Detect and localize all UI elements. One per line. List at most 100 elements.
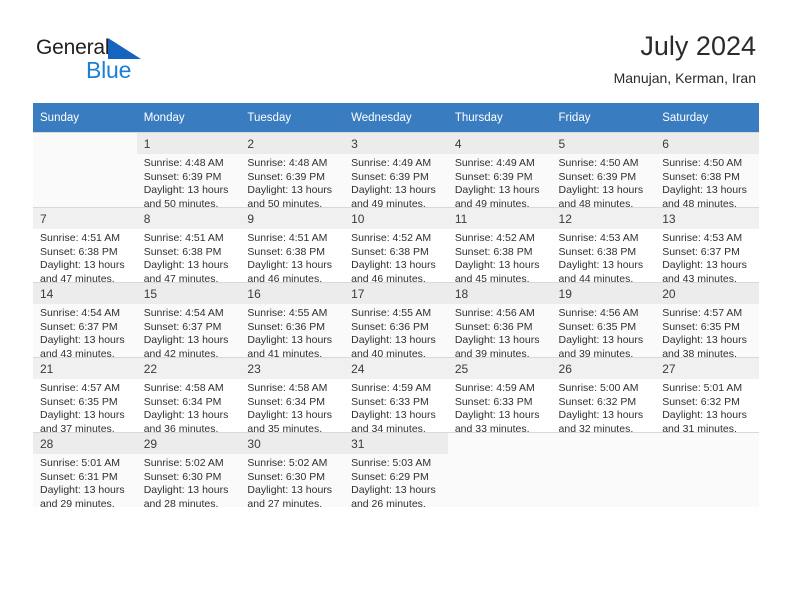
day-number: 20 [655, 283, 759, 304]
sunset-text: Sunset: 6:36 PM [454, 320, 533, 333]
logo-text-blue: Blue [86, 57, 132, 83]
calendar-day-cell [33, 132, 137, 207]
sunrise-text: Sunrise: 4:55 AM [247, 307, 328, 319]
day-cell-inner: 13 Sunrise: 4:53 AM Sunset: 6:37 PM Dayligh… [655, 207, 759, 285]
sunrise-text: Sunrise: 4:53 AM [662, 232, 743, 244]
day-sun-info: Sunrise: 5:02 AM Sunset: 6:30 PM Daylight:… [137, 454, 241, 511]
day-cell-inner: 19 Sunrise: 4:56 AM Sunset: 6:35 PM Dayligh… [551, 282, 656, 360]
day-sun-info: Sunrise: 4:54 AM Sunset: 6:37 PM Daylight:… [137, 304, 241, 361]
calendar-day-cell[interactable]: 13 Sunrise: 4:53 AM Sunset: 6:37 PM Dayligh… [655, 207, 759, 285]
day-number: 14 [33, 283, 137, 304]
calendar-day-cell[interactable]: 9 Sunrise: 4:51 AM Sunset: 6:38 PM Daylight… [240, 207, 345, 285]
calendar-day-cell[interactable]: 28 Sunrise: 5:01 AM Sunset: 6:31 PM Dayligh… [33, 432, 137, 510]
day-sun-info: Sunrise: 4:51 AM Sunset: 6:38 PM Daylight:… [137, 229, 241, 286]
calendar-day-cell[interactable]: 25 Sunrise: 4:59 AM Sunset: 6:33 PM Dayligh… [447, 357, 552, 435]
sunset-text: Sunset: 6:30 PM [143, 470, 222, 483]
day-cell-inner [551, 432, 656, 507]
day-number: 2 [240, 133, 345, 154]
day-sun-info: Sunrise: 4:55 AM Sunset: 6:36 PM Daylight:… [240, 304, 344, 361]
title-block: July 2024 Manujan, Kerman, Iran [614, 30, 756, 87]
calendar-day-cell[interactable]: 24 Sunrise: 4:59 AM Sunset: 6:33 PM Dayligh… [344, 357, 448, 435]
calendar-day-cell[interactable]: 31 Sunrise: 5:03 AM Sunset: 6:29 PM Dayligh… [344, 432, 448, 510]
sunset-text: Sunset: 6:38 PM [662, 170, 740, 183]
day-number [448, 433, 552, 440]
calendar-day-cell[interactable]: 21 Sunrise: 4:57 AM Sunset: 6:35 PM Dayligh… [33, 357, 137, 435]
day-sun-info: Sunrise: 4:54 AM Sunset: 6:37 PM Daylight:… [33, 304, 137, 361]
sunrise-text: Sunrise: 5:02 AM [247, 457, 328, 469]
day-sun-info: Sunrise: 4:59 AM Sunset: 6:33 PM Daylight:… [344, 379, 448, 436]
day-cell-inner: 22 Sunrise: 4:58 AM Sunset: 6:34 PM Dayligh… [136, 357, 241, 435]
calendar-day-cell[interactable]: 8 Sunrise: 4:51 AM Sunset: 6:38 PM Daylight… [136, 207, 241, 285]
general-blue-logo[interactable]: General Blue [36, 36, 166, 83]
day-number: 3 [344, 133, 448, 154]
weekday-header-tuesday: Tuesday [240, 103, 345, 132]
calendar-day-cell[interactable]: 5 Sunrise: 4:50 AM Sunset: 6:39 PM Daylight… [551, 132, 656, 210]
calendar-day-cell[interactable]: 22 Sunrise: 4:58 AM Sunset: 6:34 PM Dayligh… [136, 357, 241, 435]
calendar-day-cell[interactable]: 26 Sunrise: 5:00 AM Sunset: 6:32 PM Dayligh… [551, 357, 656, 435]
day-sun-info: Sunrise: 4:50 AM Sunset: 6:38 PM Daylight:… [655, 154, 759, 211]
day-cell-inner [447, 432, 552, 507]
calendar-day-cell[interactable]: 30 Sunrise: 5:02 AM Sunset: 6:30 PM Dayligh… [240, 432, 345, 510]
day-cell-inner: 14 Sunrise: 4:54 AM Sunset: 6:37 PM Dayligh… [33, 282, 137, 360]
sunrise-text: Sunrise: 4:54 AM [143, 307, 224, 319]
day-sun-info: Sunrise: 5:01 AM Sunset: 6:31 PM Daylight:… [33, 454, 137, 511]
calendar-day-cell[interactable]: 27 Sunrise: 5:01 AM Sunset: 6:32 PM Dayligh… [655, 357, 759, 435]
day-number [655, 433, 759, 440]
sunrise-text: Sunrise: 4:48 AM [143, 157, 224, 169]
sunset-text: Sunset: 6:38 PM [454, 245, 533, 258]
day-number: 18 [447, 283, 552, 304]
calendar-day-cell[interactable]: 7 Sunrise: 4:51 AM Sunset: 6:38 PM Daylight… [33, 207, 137, 285]
sunset-text: Sunset: 6:32 PM [558, 395, 637, 408]
calendar-day-cell [447, 432, 552, 507]
calendar-day-cell[interactable]: 19 Sunrise: 4:56 AM Sunset: 6:35 PM Dayligh… [551, 282, 656, 360]
calendar-day-cell[interactable]: 14 Sunrise: 4:54 AM Sunset: 6:37 PM Dayligh… [33, 282, 137, 360]
sunset-text: Sunset: 6:35 PM [40, 395, 118, 408]
sunrise-text: Sunrise: 4:51 AM [143, 232, 224, 244]
daylight-text: Daylight: 13 hours and 29 minutes. [40, 484, 125, 510]
day-number [552, 433, 656, 440]
sunrise-text: Sunrise: 4:50 AM [662, 157, 743, 169]
day-sun-info: Sunrise: 5:01 AM Sunset: 6:32 PM Daylight:… [655, 379, 759, 436]
day-sun-info: Sunrise: 4:51 AM Sunset: 6:38 PM Daylight:… [33, 229, 137, 286]
day-number: 11 [447, 208, 552, 229]
calendar-day-cell[interactable]: 23 Sunrise: 4:58 AM Sunset: 6:34 PM Dayligh… [240, 357, 345, 435]
day-sun-info: Sunrise: 4:52 AM Sunset: 6:38 PM Daylight:… [448, 229, 552, 286]
day-cell-inner [655, 432, 759, 507]
calendar-day-cell[interactable]: 1 Sunrise: 4:48 AM Sunset: 6:39 PM Daylight… [136, 132, 241, 210]
calendar-day-cell[interactable]: 18 Sunrise: 4:56 AM Sunset: 6:36 PM Dayligh… [447, 282, 552, 360]
weekday-header-sunday: Sunday [33, 103, 137, 132]
day-sun-info: Sunrise: 4:58 AM Sunset: 6:34 PM Daylight:… [240, 379, 344, 436]
sunset-text: Sunset: 6:39 PM [143, 170, 222, 183]
sunset-text: Sunset: 6:30 PM [247, 470, 326, 483]
day-number: 21 [33, 358, 137, 379]
sunrise-text: Sunrise: 5:00 AM [558, 382, 639, 394]
sunset-text: Sunset: 6:34 PM [247, 395, 326, 408]
sunset-text: Sunset: 6:31 PM [40, 470, 118, 483]
day-cell-inner: 17 Sunrise: 4:55 AM Sunset: 6:36 PM Dayligh… [344, 282, 448, 360]
calendar-day-cell[interactable]: 17 Sunrise: 4:55 AM Sunset: 6:36 PM Dayligh… [344, 282, 448, 360]
calendar-day-cell[interactable]: 16 Sunrise: 4:55 AM Sunset: 6:36 PM Dayligh… [240, 282, 345, 360]
logo-triangle-icon [108, 38, 141, 59]
calendar-day-cell[interactable]: 6 Sunrise: 4:50 AM Sunset: 6:38 PM Daylight… [655, 132, 759, 210]
calendar-day-cell[interactable]: 15 Sunrise: 4:54 AM Sunset: 6:37 PM Dayligh… [136, 282, 241, 360]
day-cell-inner: 6 Sunrise: 4:50 AM Sunset: 6:38 PM Daylight… [655, 132, 759, 210]
daylight-text: Daylight: 13 hours and 28 minutes. [143, 484, 229, 510]
day-number: 29 [136, 433, 241, 454]
calendar-day-cell[interactable]: 11 Sunrise: 4:52 AM Sunset: 6:38 PM Dayligh… [447, 207, 552, 285]
calendar-day-cell[interactable]: 20 Sunrise: 4:57 AM Sunset: 6:35 PM Dayligh… [655, 282, 759, 360]
calendar-day-cell[interactable]: 3 Sunrise: 4:49 AM Sunset: 6:39 PM Daylight… [344, 132, 448, 210]
calendar-day-cell[interactable]: 10 Sunrise: 4:52 AM Sunset: 6:38 PM Dayligh… [344, 207, 448, 285]
day-cell-inner: 23 Sunrise: 4:58 AM Sunset: 6:34 PM Dayligh… [240, 357, 345, 435]
calendar-day-cell[interactable]: 2 Sunrise: 4:48 AM Sunset: 6:39 PM Daylight… [240, 132, 345, 210]
day-cell-inner: 8 Sunrise: 4:51 AM Sunset: 6:38 PM Daylight… [136, 207, 241, 285]
calendar-day-cell[interactable]: 12 Sunrise: 4:53 AM Sunset: 6:38 PM Dayligh… [551, 207, 656, 285]
calendar-day-cell[interactable]: 29 Sunrise: 5:02 AM Sunset: 6:30 PM Dayligh… [136, 432, 241, 510]
day-cell-inner: 12 Sunrise: 4:53 AM Sunset: 6:38 PM Dayligh… [551, 207, 656, 285]
sunrise-text: Sunrise: 4:49 AM [351, 157, 432, 169]
day-sun-info: Sunrise: 4:50 AM Sunset: 6:39 PM Daylight:… [552, 154, 656, 211]
day-number: 16 [240, 283, 345, 304]
day-number: 24 [344, 358, 448, 379]
day-sun-info: Sunrise: 5:03 AM Sunset: 6:29 PM Daylight:… [344, 454, 448, 511]
calendar-day-cell[interactable]: 4 Sunrise: 4:49 AM Sunset: 6:39 PM Daylight… [447, 132, 552, 210]
sunset-text: Sunset: 6:38 PM [247, 245, 326, 258]
